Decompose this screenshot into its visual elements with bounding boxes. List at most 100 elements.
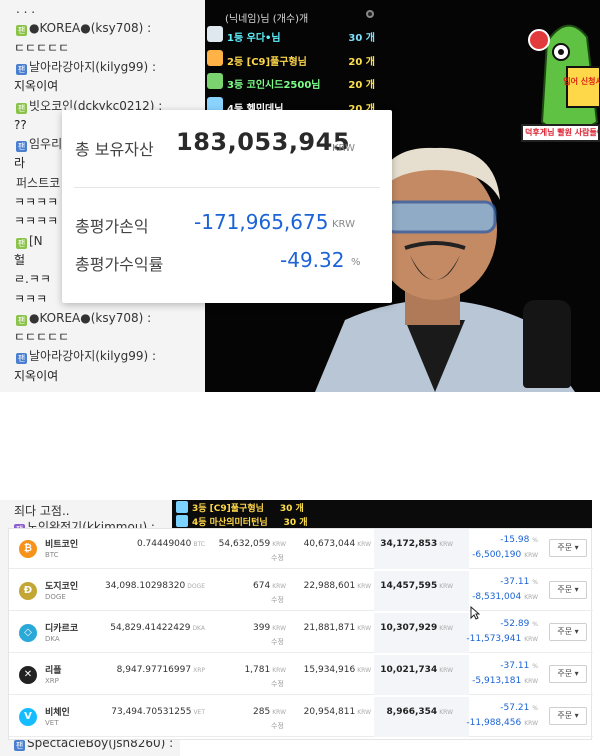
- donor-count: 30 개: [283, 518, 308, 528]
- edit-average-link[interactable]: 수정: [271, 595, 284, 605]
- coin-name: 비트코인: [45, 540, 79, 550]
- edit-average-link[interactable]: 수정: [271, 721, 284, 731]
- total-return-value: -49.32: [280, 248, 345, 272]
- average-price: 285 KRW: [253, 707, 286, 717]
- chat-message: ㄷㄷㄷㄷㄷ: [14, 40, 70, 55]
- screen: . . . 팬 ●KOREA●(ksy708) : ㄷㄷㄷㄷㄷ 팬 날아라강아지(kily…: [0, 0, 600, 756]
- donor-row: 3등 코인시드2500님 20 개: [205, 71, 377, 93]
- coin-logo-icon: V: [19, 708, 37, 726]
- mascot-caption: 덕후게님 빨원 사람들이 미스터 스태킹 무엉증이: [521, 124, 600, 142]
- stream-video-bottom: 3등 [C9]풀구형님 30 개 4등 마산의미터턴님 30 개: [172, 500, 592, 528]
- coin-name: 도지코인: [45, 582, 79, 592]
- evaluation-amount: 34,172,853 KRW: [380, 539, 453, 549]
- coin-name: 디카르코: [45, 624, 79, 634]
- donor-name: 3등 코인시드2500님: [227, 80, 321, 91]
- holding-quantity: 8,947.97716997 XRP: [116, 665, 205, 675]
- profit-loss: -5,913,181 KRW: [472, 676, 538, 686]
- buy-amount: 20,954,811 KRW: [303, 707, 371, 717]
- coin-logo-icon: Ð: [19, 582, 37, 600]
- profit-loss: -8,531,004 KRW: [472, 592, 538, 602]
- total-assets-label: 총 보유자산: [75, 140, 154, 159]
- total-assets-unit: KRW: [332, 143, 355, 154]
- fan-badge-icon: 팬: [14, 740, 25, 751]
- donor-count: 20 개: [348, 56, 375, 68]
- chat-username: 팬 날아라강아지(kilyg99) :: [16, 59, 157, 75]
- total-pl-value: -171,965,675: [194, 210, 329, 234]
- chat-username: 팬 임우리: [16, 137, 63, 153]
- chat-username: 팬 날아라강아지(kilyg99) :: [16, 349, 157, 365]
- order-button[interactable]: 주문 ▾: [549, 707, 587, 725]
- coin-row: ◇ 디카르코 DKA 54,829.41422429 DKA 399 KRW 수정 21,881…: [9, 613, 593, 653]
- holding-quantity: 54,829.41422429 DKA: [110, 623, 205, 633]
- asset-summary-card: 총 보유자산 183,053,945 KRW 총평가손익 -171,965,67…: [62, 110, 392, 303]
- chat-username: 팬 [N: [16, 233, 43, 249]
- donor-avatar-icon: [207, 26, 223, 42]
- buy-amount: 40,673,044 KRW: [303, 539, 371, 549]
- order-button[interactable]: 주문 ▾: [549, 581, 587, 599]
- holding-quantity: 0.74449040 BTC: [136, 539, 205, 549]
- edit-average-link[interactable]: 수정: [271, 553, 284, 563]
- donor-avatar-icon: [207, 73, 223, 89]
- buy-amount: 15,934,916 KRW: [303, 665, 371, 675]
- donor-name: 4등 마산의미터턴님: [192, 518, 268, 528]
- donor-ranking-title: (닉네임)님 (개수)개: [225, 14, 309, 25]
- donor-count: 30 개: [348, 33, 375, 44]
- edit-average-link[interactable]: 수정: [271, 637, 284, 647]
- chat-message: ㅋㅋㅋ: [14, 291, 48, 306]
- eval-column-shade: [374, 655, 469, 695]
- buy-amount: 22,988,601 KRW: [303, 581, 371, 591]
- return-rate: -52.89%: [500, 619, 538, 629]
- settings-icon: [366, 10, 374, 18]
- average-price: 399 KRW: [253, 623, 286, 633]
- total-pl-label: 총평가손익: [75, 217, 149, 236]
- total-assets-value: 183,053,945: [176, 128, 351, 156]
- coin-symbol: DKA: [45, 635, 60, 643]
- coin-symbol: VET: [45, 719, 59, 727]
- coin-holdings-table: ₿ 비트코인 BTC 0.74449040 BTC 54,632,059 KRW 수정 40,6…: [8, 528, 593, 740]
- donor-name: 3등 [C9]풀구형님: [192, 504, 264, 514]
- profit-loss: -11,988,456 KRW: [466, 718, 538, 728]
- donor-count: 20 개: [348, 80, 375, 91]
- eval-column-shade: [374, 529, 469, 569]
- eval-column-shade: [374, 613, 469, 653]
- donor-count: 30 개: [279, 504, 304, 514]
- eval-column-shade: [374, 571, 469, 611]
- bottom-screenshot: 팬SpectacleBoy(jsh8260) : 죄다 고점..팬노인완전기(k…: [0, 500, 600, 756]
- average-price: 674 KRW: [253, 581, 286, 591]
- fan-badge-icon: 팬: [16, 102, 27, 114]
- coin-row: ✕ 리플 XRP 8,947.97716997 XRP 1,781 KRW 수정 15,934,…: [9, 655, 593, 695]
- chat-message: 죄다 고점..: [14, 504, 70, 518]
- return-rate: -37.11%: [500, 661, 538, 671]
- profit-loss: -11,573,941 KRW: [466, 634, 538, 644]
- chat-username: 팬 ●KOREA●(ksy708) :: [16, 21, 152, 37]
- eval-column-shade: [374, 697, 469, 737]
- return-rate: -57.21%: [500, 703, 538, 713]
- average-price: 1,781 KRW: [244, 665, 286, 675]
- edit-average-link[interactable]: 수정: [271, 679, 284, 689]
- fan-badge-icon: 팬: [16, 353, 27, 365]
- chat-message: ㅋㅋㅋㅋ: [14, 214, 59, 229]
- fan-badge-icon: 팬: [16, 25, 27, 37]
- evaluation-amount: 10,021,734 KRW: [380, 665, 453, 675]
- chat-message: 지옥이여: [14, 368, 59, 383]
- order-button[interactable]: 주문 ▾: [549, 665, 587, 683]
- donor-name: 1등 우다•님: [227, 33, 281, 44]
- fan-badge-icon: 팬: [16, 141, 27, 153]
- chat-message: 지옥이여: [14, 79, 59, 94]
- coin-name: 비체인: [45, 708, 70, 718]
- chat-message: 헐: [14, 252, 26, 267]
- total-return-label: 총평가수익률: [75, 255, 164, 274]
- chat-username: 퍼스트코: [16, 175, 61, 190]
- coin-symbol: DOGE: [45, 593, 66, 601]
- order-button[interactable]: 주문 ▾: [549, 539, 587, 557]
- order-button[interactable]: 주문 ▾: [549, 623, 587, 641]
- coin-name: 리플: [45, 666, 62, 676]
- coin-logo-icon: ₿: [19, 540, 37, 558]
- chat-message: ??: [14, 117, 27, 132]
- chat-message: ㄷㄷㄷㄷㄷ: [14, 330, 70, 345]
- coin-symbol: BTC: [45, 551, 59, 559]
- donor-avatar-icon: [176, 515, 188, 527]
- coin-logo-icon: ✕: [19, 666, 37, 684]
- total-pl-unit: KRW: [332, 219, 355, 230]
- average-price: 54,632,059 KRW: [218, 539, 286, 549]
